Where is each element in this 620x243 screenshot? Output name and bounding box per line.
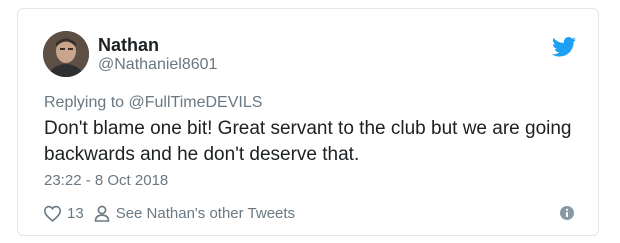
replying-to-link[interactable]: @FullTimeDEVILS — [129, 94, 263, 111]
see-other-tweets-link[interactable]: See Nathan's other Tweets — [94, 205, 295, 222]
author-name[interactable]: Nathan — [98, 35, 159, 56]
like-button[interactable]: 13 — [43, 205, 84, 222]
like-count: 13 — [67, 204, 84, 222]
tweet-actions: 13 See Nathan's other Tweets — [43, 201, 295, 225]
info-icon[interactable] — [560, 206, 574, 220]
avatar-image — [43, 31, 89, 77]
tweet-card: Nathan @Nathaniel8601 Replying to @FullT… — [17, 8, 599, 236]
person-icon — [94, 205, 109, 222]
tweet-text: Don't blame one bit! Great servant to th… — [44, 118, 572, 165]
twitter-bird-icon[interactable] — [552, 37, 576, 57]
tweet-timestamp[interactable]: 23:22 - 8 Oct 2018 — [44, 172, 168, 189]
see-other-tweets-label: See Nathan's other Tweets — [115, 204, 296, 222]
replying-to-prefix: Replying to — [44, 94, 129, 111]
heart-icon — [43, 205, 62, 222]
replying-to-line: Replying to @FullTimeDEVILS — [44, 94, 262, 112]
avatar[interactable] — [43, 31, 89, 77]
author-handle[interactable]: @Nathaniel8601 — [98, 56, 217, 74]
